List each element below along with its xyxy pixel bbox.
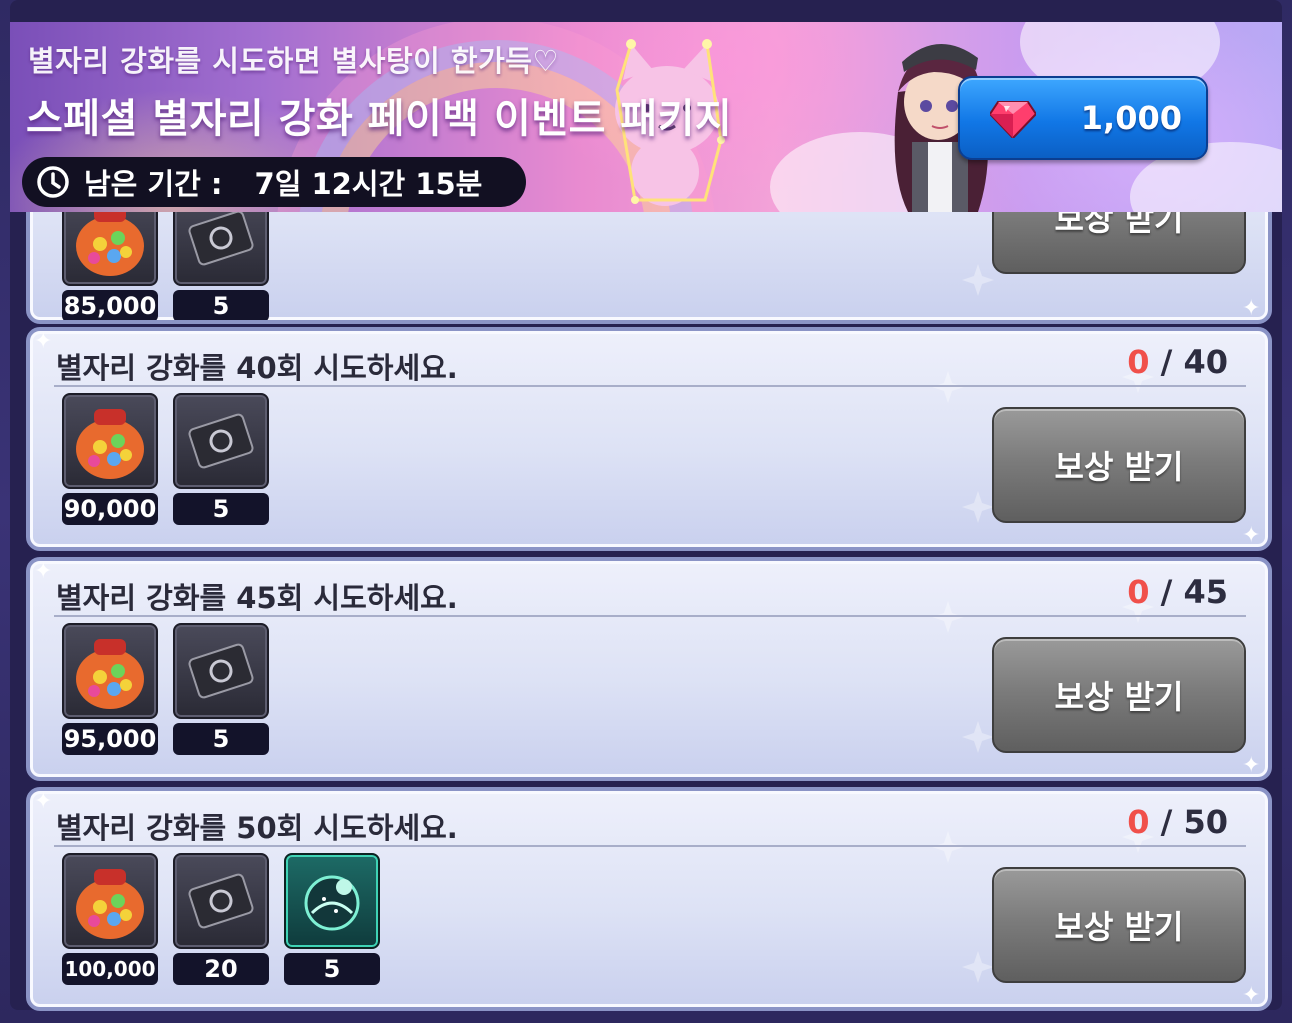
reward-quantity: 5 xyxy=(173,493,269,525)
claim-reward-button[interactable]: 보상 받기 xyxy=(992,637,1246,753)
mission-progress: 0 / 50 xyxy=(1127,803,1228,841)
claim-reward-button[interactable]: 보상 받기 xyxy=(992,407,1246,523)
mission-card: ✦ ✦ 별자리 강화를 40회 시도하세요. 0 / 40 90,000 5 보… xyxy=(26,327,1272,551)
reward-item: 100,000 xyxy=(62,853,158,985)
reward-item: 5 xyxy=(173,393,269,525)
banner-title: 스페셜 별자리 강화 페이백 이벤트 패키지 xyxy=(26,96,733,142)
mission-title: 별자리 강화를 40회 시도하세요. xyxy=(56,351,458,385)
reward-item: 90,000 xyxy=(62,393,158,525)
corner-sparkle-icon: ✦ xyxy=(1242,753,1261,778)
corner-sparkle-icon: ✦ xyxy=(1242,983,1261,1008)
ruby-gem-icon xyxy=(990,101,1036,138)
progress-current: 0 xyxy=(1127,343,1150,381)
reward-quantity: 95,000 xyxy=(62,723,158,755)
reward-item: 20 xyxy=(173,853,269,985)
purchase-button[interactable]: 1,000 xyxy=(958,76,1208,160)
reward-quantity: 5 xyxy=(173,723,269,755)
clock-icon xyxy=(37,166,69,198)
progress-total: 50 xyxy=(1183,803,1228,841)
progress-total: 40 xyxy=(1183,343,1228,381)
mission-card: ✦ ✦ 별자리 강화를 50회 시도하세요. 0 / 50 100,000 20 xyxy=(26,787,1272,1011)
reward-quantity: 20 xyxy=(173,953,269,985)
progress-current: 0 xyxy=(1127,573,1150,611)
reward-item: 95,000 xyxy=(62,623,158,755)
divider xyxy=(54,615,1246,617)
reward-item: 5 xyxy=(284,853,380,985)
mission-progress: 0 / 45 xyxy=(1127,573,1228,611)
corner-sparkle-icon: ✦ xyxy=(34,329,53,354)
progress-total: 45 xyxy=(1183,573,1228,611)
corner-sparkle-icon: ✦ xyxy=(1242,523,1261,548)
mission-title: 별자리 강화를 45회 시도하세요. xyxy=(56,581,458,615)
purchase-price: 1,000 xyxy=(1080,99,1182,137)
event-banner: 별자리 강화를 시도하면 별사탕이 한가득♡ 스페셜 별자리 강화 페이백 이벤… xyxy=(10,22,1282,212)
corner-sparkle-icon: ✦ xyxy=(34,559,53,584)
banner-subtitle: 별자리 강화를 시도하면 별사탕이 한가득♡ xyxy=(28,44,559,78)
claim-reward-button[interactable]: 보상 받기 xyxy=(992,867,1246,983)
mission-card: ✦ ✦ 별자리 강화를 45회 시도하세요. 0 / 45 95,000 5 보… xyxy=(26,557,1272,781)
progress-current: 0 xyxy=(1127,803,1150,841)
remaining-time-value: 7일 12시간 15분 xyxy=(254,167,483,201)
reward-quantity: 5 xyxy=(173,290,269,320)
ticket-card-icon xyxy=(173,393,269,489)
reward-quantity: 90,000 xyxy=(62,493,158,525)
divider xyxy=(54,385,1246,387)
mission-title: 별자리 강화를 50회 시도하세요. xyxy=(56,811,458,845)
candy-jar-icon xyxy=(62,853,158,949)
candy-jar-icon xyxy=(62,393,158,489)
corner-sparkle-icon: ✦ xyxy=(34,789,53,814)
divider xyxy=(54,845,1246,847)
ticket-card-icon xyxy=(173,623,269,719)
ticket-card-icon xyxy=(173,853,269,949)
corner-sparkle-icon: ✦ xyxy=(1242,296,1261,321)
remaining-time-label: 남은 기간 : xyxy=(84,167,223,201)
candy-jar-icon xyxy=(62,623,158,719)
reward-quantity: 5 xyxy=(284,953,380,985)
reward-item: 5 xyxy=(173,623,269,755)
remaining-time-pill: 남은 기간 : 7일 12시간 15분 xyxy=(22,157,526,207)
mission-progress: 0 / 40 xyxy=(1127,343,1228,381)
reward-quantity: 100,000 xyxy=(62,953,158,985)
reward-quantity: 85,000 xyxy=(62,290,158,320)
constellation-orb-icon xyxy=(284,853,380,949)
